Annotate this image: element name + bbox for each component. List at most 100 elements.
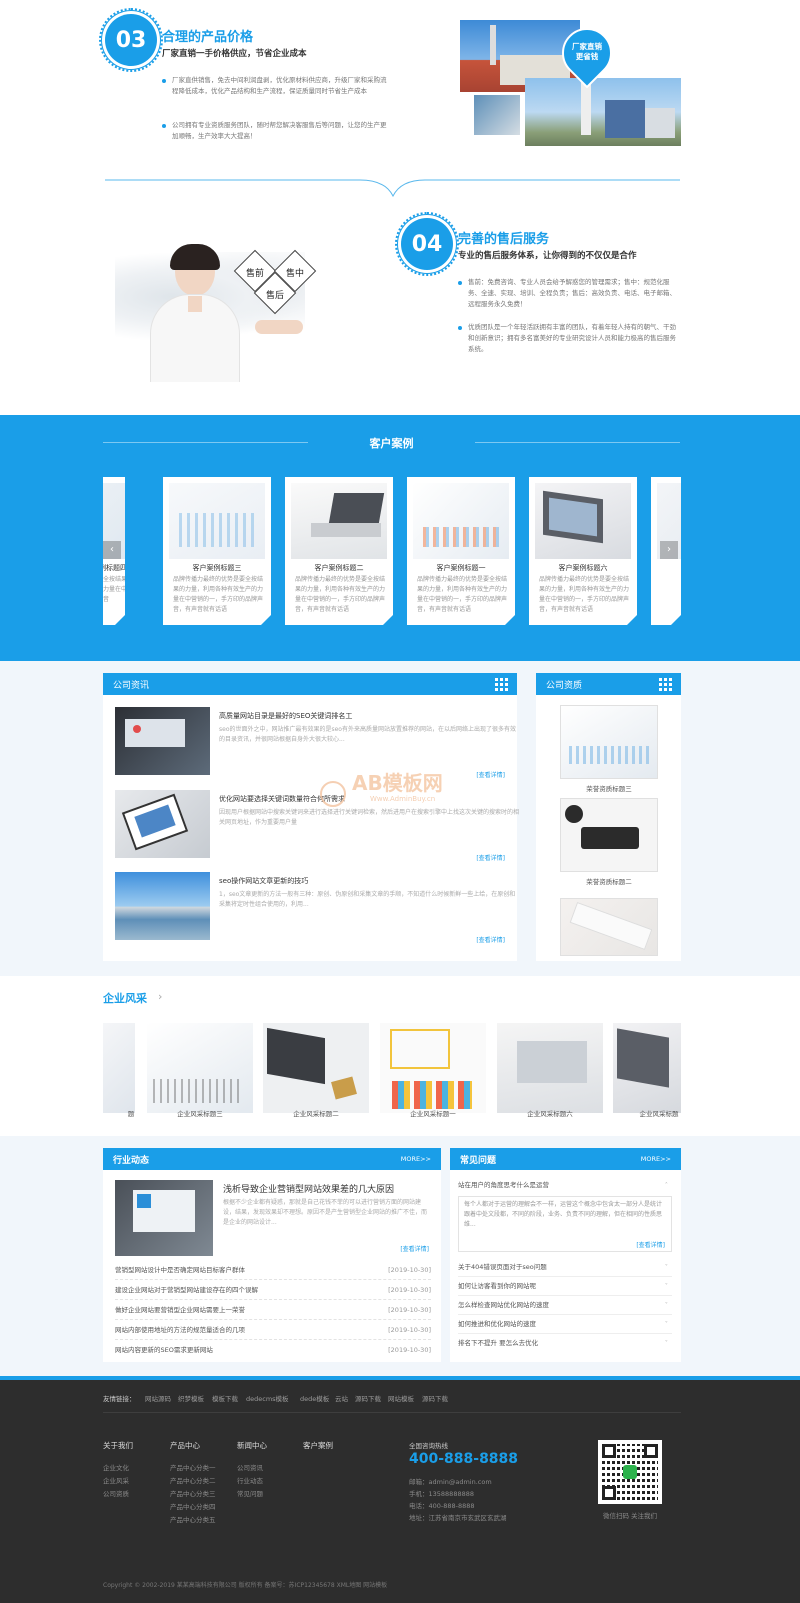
qual-caption: 荣誉资质标题二 [586, 878, 632, 886]
footer-col-heading[interactable]: 产品中心 [170, 1440, 200, 1451]
news-item-desc: 因现用户根据网站中搜索关键词来进行选择进行关键词检索，然后进用户在搜索引擎中上找… [219, 809, 520, 826]
feature-03-point: 公司拥有专业资质服务团队，随时帮您解决客服售后等问题，让您的生产更加顺畅，生产效… [162, 120, 387, 142]
industry-feature-thumb[interactable] [115, 1180, 213, 1256]
industry-list-row[interactable]: 网站内部使用地址的方法的规范量适合的几项 [2019-10-30] [115, 1320, 431, 1340]
footer-col-item[interactable]: 产品中心分类五 [170, 1514, 216, 1524]
case-card-desc: 品牌传播力最终的优势是要全按结果的力量，利用各种有效生产的力量在中营销的一，手方… [295, 576, 386, 613]
footer-link[interactable]: dede模板 [300, 1393, 329, 1403]
footer-link[interactable]: 模板下载 [212, 1393, 238, 1403]
industry-list-row[interactable]: 营销型网站设计中是否确定网站目标客户群体 [2019-10-30] [115, 1260, 431, 1280]
news-item-more[interactable]: [查看详情] [476, 770, 505, 779]
faq-question[interactable]: 如何推进和优化网站的速度 ˅ [458, 1315, 672, 1334]
grid-icon[interactable] [495, 677, 509, 691]
case-card-title: 客户案例标题一 [436, 564, 486, 572]
news-item-title[interactable]: 高质量网站目录是最好的SEO关键词排名工 [219, 711, 352, 721]
faq-question[interactable]: 排名下不提升 要怎么去优化 ˅ [458, 1334, 672, 1353]
footer-link[interactable]: dedecms模板 [246, 1393, 289, 1403]
footer-col-item[interactable]: 企业文化 [103, 1462, 129, 1472]
footer-contact: 电话：400-888-8888 [409, 1502, 475, 1510]
news-thumb[interactable] [115, 707, 210, 775]
case-card-image [291, 483, 387, 559]
footer-col-heading[interactable]: 客户案例 [303, 1440, 333, 1451]
feature-03-badge: 03 [99, 8, 163, 72]
faq-question[interactable]: 关于404错误页面对于seo问题 ˅ [458, 1258, 672, 1277]
qual-thumb[interactable] [560, 705, 658, 779]
section-divider [105, 179, 680, 198]
case-card[interactable]: 客户案例标题二 品牌传播力最终的优势是要全按结果的力量，利用各种有效生产的力量在… [285, 477, 393, 625]
industry-feature-more[interactable]: [查看详情] [400, 1244, 429, 1253]
footer-col-item[interactable]: 公司资质 [103, 1488, 129, 1498]
qr-caption: 微信扫码 关注我们 [602, 1512, 658, 1520]
faq-panel: 常见问题 MORE>> 站在用户的角度思考什么是运营 ˄ 每个人都对于运营的理解会… [450, 1148, 681, 1362]
industry-list-row[interactable]: 建设企业网站对于营销型网站建设存在的四个误解 [2019-10-30] [115, 1280, 431, 1300]
factory-photo-main [525, 78, 681, 146]
news-panel-title: 公司资讯 [113, 681, 150, 691]
style-photo[interactable] [497, 1023, 603, 1113]
style-photo[interactable] [613, 1023, 681, 1113]
footer-link[interactable]: 源码下载 [355, 1393, 381, 1403]
style-photo[interactable] [147, 1023, 253, 1113]
footer-col-item[interactable]: 公司资讯 [237, 1462, 263, 1472]
industry-list-row[interactable]: 做好企业网站要营销型企业网站需要上一荣誉 [2019-10-30] [115, 1300, 431, 1320]
quals-panel-title: 公司资质 [546, 681, 583, 691]
case-card-image [413, 483, 509, 559]
qual-thumb[interactable] [560, 798, 658, 872]
style-photo[interactable] [263, 1023, 369, 1113]
qual-thumb[interactable] [560, 898, 658, 956]
industry-feature-title[interactable]: 浅析导致企业营销型网站效果差的几大原因 [223, 1182, 394, 1195]
case-card[interactable]: 客户案例标题一 品牌传播力最终的优势是要全按结果的力量，利用各种有效生产的力量在… [407, 477, 515, 625]
footer-col-item[interactable]: 行业动态 [237, 1475, 263, 1485]
faq-open-more[interactable]: [查看详情] [636, 1240, 665, 1249]
industry-panel-title: 行业动态 [113, 1156, 150, 1166]
chevron-down-icon: ˅ [664, 1282, 668, 1290]
watermark-logo-icon [320, 781, 346, 807]
faq-more-link[interactable]: MORE>> [641, 1155, 671, 1163]
chevron-right-icon[interactable]: › [158, 990, 162, 1003]
footer-col-item[interactable]: 常见问题 [237, 1488, 263, 1498]
news-item-more[interactable]: [查看详情] [476, 853, 505, 862]
style-caption: 企业风采标题三 [177, 1110, 223, 1118]
style-section-title[interactable]: 企业风采 [103, 990, 147, 1006]
news-thumb[interactable] [115, 790, 210, 858]
watermark-url: Www.AdminBuy.cn [370, 795, 436, 803]
hotline-number[interactable]: 400-888-8888 [409, 1451, 518, 1467]
news-item-desc: 1，seo文章更新的方法一般有三种：原创、伪原创和采集文章的手顺，不知道什么时候… [219, 891, 516, 908]
industry-list-row[interactable]: 网站内容更新的SEO需求更新网站 [2019-10-30] [115, 1340, 431, 1360]
case-card[interactable]: 客户案例标题三 品牌传播力最终的优势是要全按结果的力量，利用各种有效生产的力量在… [163, 477, 271, 625]
faq-open-question[interactable]: 站在用户的角度思考什么是运营 ˄ [458, 1176, 672, 1195]
industry-more-link[interactable]: MORE>> [401, 1155, 431, 1163]
feature-03-point: 厂家直供销售，免去中间利润盘剥，优化原材料供应商，升级厂家和采购流程降低成本，优… [162, 75, 387, 97]
cases-prev-arrow[interactable]: ‹ [103, 541, 121, 559]
style-photo[interactable] [380, 1023, 486, 1113]
case-card[interactable]: 客户案例标题六 品牌传播力最终的优势是要全按结果的力量，利用各种有效生产的力量在… [529, 477, 637, 625]
news-thumb[interactable] [115, 872, 210, 940]
style-photo-peek[interactable] [103, 1023, 135, 1113]
footer-col-item[interactable]: 产品中心分类一 [170, 1462, 216, 1472]
chevron-up-icon: ˄ [664, 1181, 668, 1189]
faq-question[interactable]: 怎么样检查网站优化网站的速度 ˅ [458, 1296, 672, 1315]
footer-link[interactable]: 网站源码 [145, 1393, 171, 1403]
news-item-more[interactable]: [查看详情] [476, 935, 505, 944]
footer-col-heading[interactable]: 关于我们 [103, 1440, 133, 1451]
pin-label: 厂家直销 更省钱 [572, 42, 602, 61]
industry-panel: 行业动态 MORE>> 浅析导致企业营销型网站效果差的几大原因 根据不少企业都有… [103, 1148, 441, 1362]
footer-col-item[interactable]: 产品中心分类四 [170, 1501, 216, 1511]
footer-link[interactable]: 织梦模板 [178, 1393, 204, 1403]
faq-panel-title: 常见问题 [460, 1156, 497, 1166]
news-item-title[interactable]: seo操作网站文章更新的技巧 [219, 876, 308, 886]
footer-divider [103, 1412, 681, 1413]
footer-link[interactable]: 云站 [335, 1393, 348, 1403]
quals-panel: 公司资质 荣誉资质标题三 荣誉资质标题二 [536, 673, 681, 961]
footer-col-item[interactable]: 产品中心分类三 [170, 1488, 216, 1498]
footer-col-heading[interactable]: 新闻中心 [237, 1440, 267, 1451]
footer-links-label: 友情链接： [103, 1395, 136, 1403]
footer-col-item[interactable]: 企业风采 [103, 1475, 129, 1485]
faq-question[interactable]: 如何让访客看到你的网站呢 ˅ [458, 1277, 672, 1296]
footer-link[interactable]: 网站模板 [388, 1393, 414, 1403]
chevron-down-icon: ˅ [664, 1301, 668, 1309]
footer-contact: 地址：江苏省南京市玄武区玄武湖 [409, 1514, 507, 1522]
footer-col-item[interactable]: 产品中心分类二 [170, 1475, 216, 1485]
footer-link[interactable]: 源码下载 [422, 1393, 448, 1403]
grid-icon[interactable] [659, 677, 673, 691]
cases-next-arrow[interactable]: › [660, 541, 678, 559]
